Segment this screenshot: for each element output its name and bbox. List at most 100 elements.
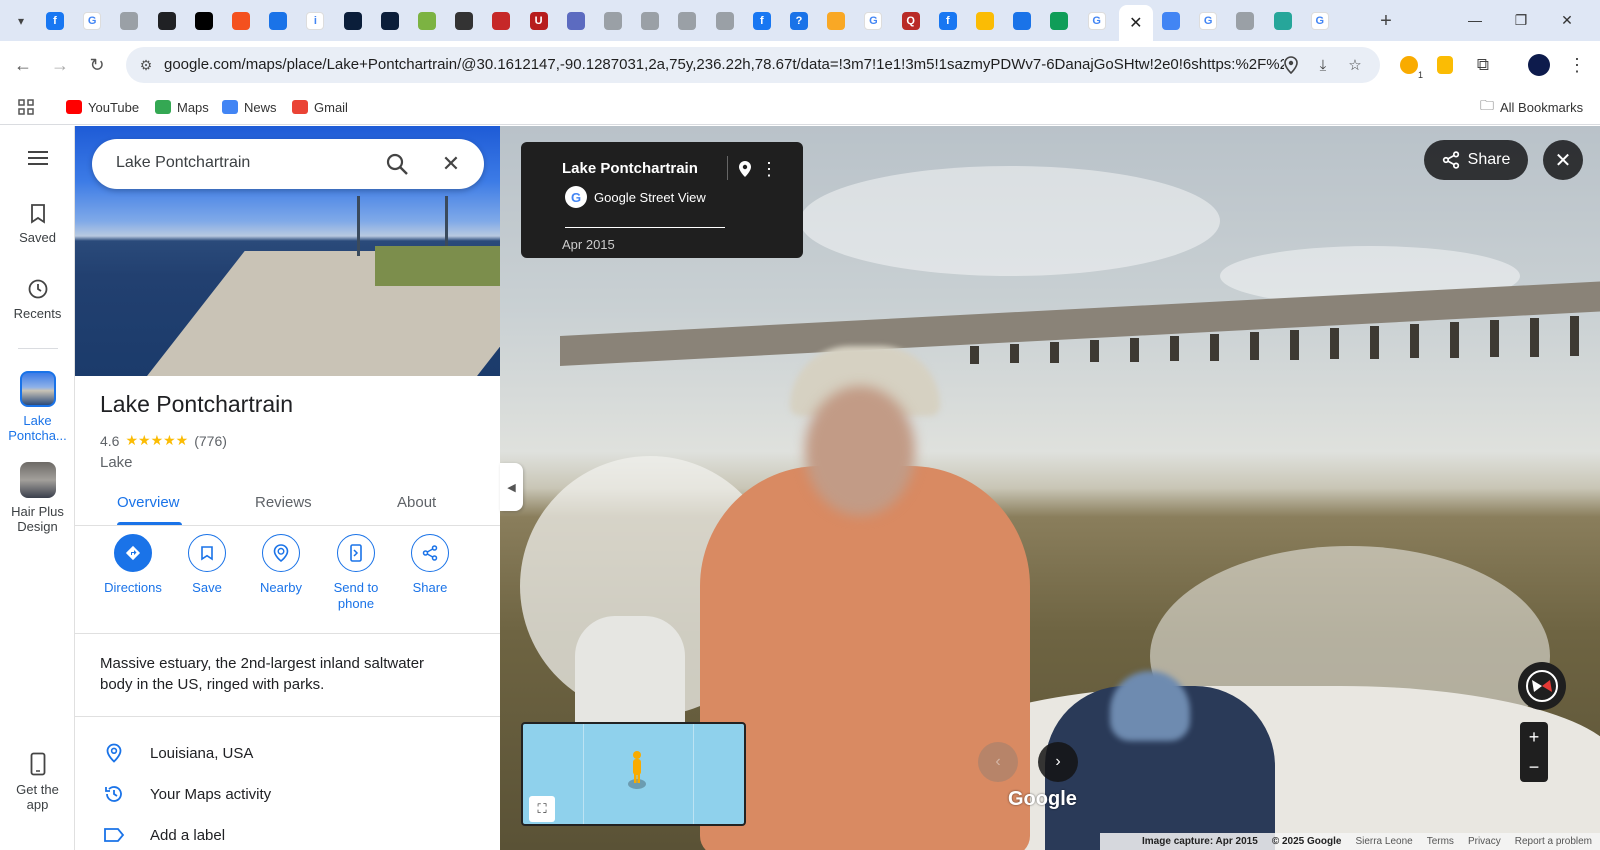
collapse-panel-button[interactable]: ◀ [500,463,523,511]
browser-tab[interactable] [561,7,591,34]
browser-tab[interactable] [1007,7,1037,34]
report-problem-link[interactable]: Report a problem [1515,836,1592,847]
browser-tab[interactable]: ✕ [1118,5,1153,41]
url-text[interactable]: google.com/maps/place/Lake+Pontchartrain… [164,56,1284,73]
browser-tab[interactable]: f [933,7,963,34]
browser-tab[interactable] [338,7,368,34]
bookmark-maps[interactable]: Maps [155,96,209,118]
zoom-in-button[interactable]: + [1520,722,1548,752]
location-pin-icon[interactable] [735,158,755,180]
send-to-phone-button[interactable]: Send to phone [318,534,394,612]
browser-tab[interactable]: Q [896,7,926,34]
address-row[interactable]: Louisiana, USA [75,733,500,773]
browser-tab[interactable]: G [1193,7,1223,34]
more-options-icon[interactable]: ⋮ [760,158,778,180]
bookmark-youtube[interactable]: YouTube [66,96,139,118]
get-app-button[interactable]: Get the app [0,752,75,812]
back-button[interactable]: ← [9,51,37,79]
browser-tab[interactable] [114,7,144,34]
browser-tab[interactable] [449,7,479,34]
expand-map-icon[interactable]: ⛶ [529,796,555,822]
tab-search-dropdown[interactable]: ▾ [8,8,34,34]
browser-tab[interactable]: f [40,7,70,34]
browser-tab[interactable] [412,7,442,34]
extensions-puzzle-icon[interactable]: ⧉ [1470,52,1496,78]
navigate-back-arrow[interactable]: ‹ [978,742,1018,782]
saved-button[interactable]: Saved [0,204,75,245]
extension-icon[interactable]: 1 [1396,52,1423,80]
browser-tab[interactable] [672,7,702,34]
close-icon[interactable]: ✕ [1543,140,1583,180]
address-bar[interactable]: ⚙ google.com/maps/place/Lake+Pontchartra… [126,47,1380,83]
browser-tab[interactable] [226,7,256,34]
browser-tab[interactable] [598,7,628,34]
add-label-row[interactable]: Add a label [75,815,500,850]
extension-icon[interactable] [1432,52,1458,78]
tab-overview[interactable]: Overview [117,494,180,511]
browser-tab[interactable] [486,7,516,34]
minimize-button[interactable]: — [1452,6,1498,34]
browser-tab[interactable] [1044,7,1074,34]
search-input[interactable]: Lake Pontchartrain [116,154,250,172]
close-icon[interactable]: ✕ [438,151,464,177]
zoom-out-button[interactable]: − [1520,752,1548,782]
install-app-icon[interactable]: ⤓ [1312,54,1334,76]
browser-tab[interactable] [635,7,665,34]
window-close-button[interactable]: ✕ [1544,6,1590,34]
minimap[interactable]: ⛶ [521,722,746,826]
browser-tab[interactable]: U [524,7,554,34]
all-bookmarks[interactable]: 🗀 All Bookmarks [1480,96,1583,118]
bookmark-gmail[interactable]: Gmail [292,96,348,118]
bookmark-news[interactable]: News [222,96,277,118]
browser-tab[interactable] [710,7,740,34]
browser-tab[interactable]: G [858,7,888,34]
browser-tab[interactable] [1156,7,1186,34]
tab-about[interactable]: About [397,494,436,511]
apps-grid-icon[interactable] [18,96,34,118]
recents-button[interactable]: Recents [0,278,75,321]
browser-tab[interactable]: G [77,7,107,34]
tab-reviews[interactable]: Reviews [255,494,312,511]
reload-button[interactable]: ↻ [83,51,111,79]
recent-place-lake-pontchartrain[interactable]: Lake Pontcha... [0,371,75,443]
pegman-icon[interactable] [628,750,646,790]
search-box[interactable]: Lake Pontchartrain ✕ [92,139,484,189]
more-menu-icon[interactable]: ⋮ [1564,52,1590,78]
browser-tab[interactable] [1230,7,1260,34]
browser-tab[interactable] [152,7,182,34]
street-view-canvas[interactable]: Lake Pontchartrain ⋮ G Google Street Vie… [500,126,1600,850]
directions-button[interactable]: Directions [95,534,171,595]
save-button[interactable]: Save [169,534,245,595]
browser-tab[interactable] [1268,7,1298,34]
maps-activity-row[interactable]: Your Maps activity [75,774,500,814]
browser-tab[interactable]: G [1082,7,1112,34]
browser-tab[interactable]: G [1305,7,1335,34]
new-tab-button[interactable]: + [1374,9,1398,33]
forward-button[interactable]: → [46,51,74,79]
review-count[interactable]: (776) [194,433,227,449]
location-icon[interactable] [1280,54,1302,76]
browser-tab[interactable] [821,7,851,34]
profile-avatar[interactable] [1526,52,1552,78]
bookmark-star-icon[interactable]: ☆ [1344,54,1366,76]
site-info-icon[interactable]: ⚙ [136,55,156,75]
place-type[interactable]: Lake [100,454,133,471]
sv-share-button[interactable]: Share [1424,140,1528,180]
privacy-link[interactable]: Privacy [1468,836,1501,847]
restore-button[interactable]: ❐ [1498,6,1544,34]
browser-tab[interactable] [189,7,219,34]
recent-place-hair-plus-design[interactable]: Hair Plus Design [0,462,75,534]
rating-row[interactable]: 4.6 ★★★★★ (776) [100,432,227,449]
browser-tab[interactable] [263,7,293,34]
sv-title[interactable]: Lake Pontchartrain [562,160,698,177]
terms-link[interactable]: Terms [1427,836,1454,847]
browser-tab[interactable]: ? [784,7,814,34]
nearby-button[interactable]: Nearby [243,534,319,595]
search-icon[interactable] [384,151,410,177]
browser-tab[interactable]: f [747,7,777,34]
browser-tab[interactable] [970,7,1000,34]
compass-icon[interactable] [1518,662,1566,710]
sv-date[interactable]: Apr 2015 [562,237,615,252]
navigate-forward-arrow[interactable]: › [1038,742,1078,782]
region-link[interactable]: Sierra Leone [1355,836,1412,847]
